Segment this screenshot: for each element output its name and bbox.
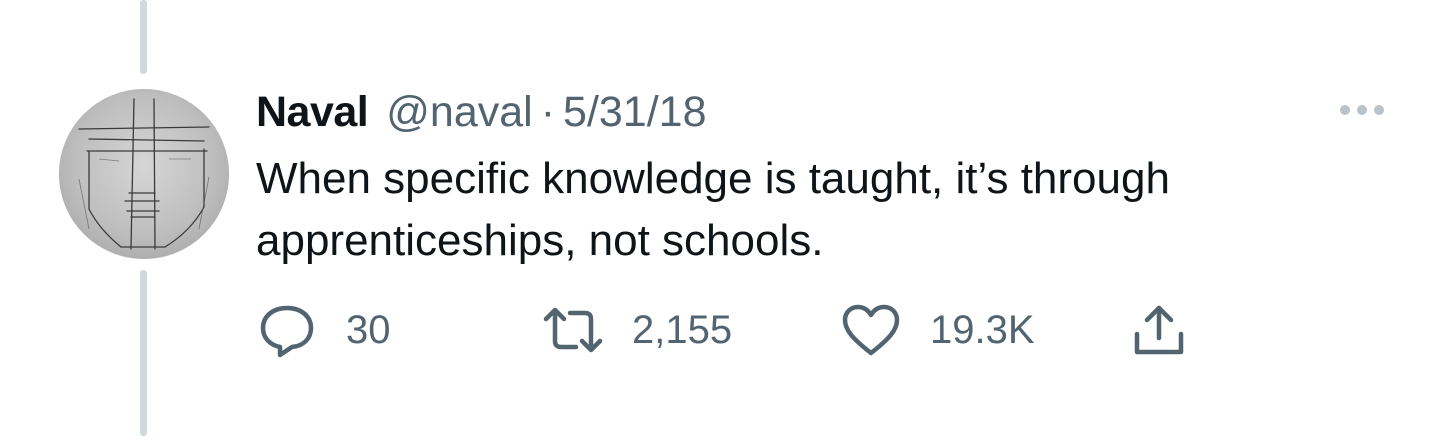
reply-count: 30 (346, 307, 391, 352)
heart-icon (840, 300, 902, 360)
author-handle[interactable]: @naval (386, 84, 532, 140)
tweet-text: When specific knowledge is taught, it’s … (256, 154, 1170, 265)
reply-button[interactable]: 30 (256, 300, 391, 360)
retweet-button[interactable]: 2,155 (542, 300, 732, 360)
retweet-icon (542, 300, 604, 360)
like-button[interactable]: 19.3K (840, 300, 1035, 360)
tweet-actions-bar: 30 2,155 19.3K (256, 300, 1216, 360)
avatar-sketch-image (59, 89, 229, 259)
author-display-name[interactable]: Naval (256, 84, 369, 140)
header-separator: · (540, 88, 556, 136)
thread-line-top (140, 0, 147, 74)
share-icon (1128, 300, 1190, 360)
avatar[interactable] (59, 89, 229, 259)
more-icon-dot (1357, 105, 1367, 115)
like-count: 19.3K (930, 307, 1035, 352)
more-options-button[interactable] (1330, 94, 1394, 126)
more-icon (1340, 105, 1350, 115)
share-button[interactable] (1128, 300, 1190, 360)
retweet-count: 2,155 (632, 307, 733, 352)
tweet-date[interactable]: 5/31/18 (563, 84, 706, 140)
more-icon-dot (1374, 105, 1384, 115)
thread-line-bottom (140, 270, 147, 436)
tweet-header: Naval @naval · 5/31/18 (256, 84, 707, 140)
reply-icon (256, 300, 318, 360)
